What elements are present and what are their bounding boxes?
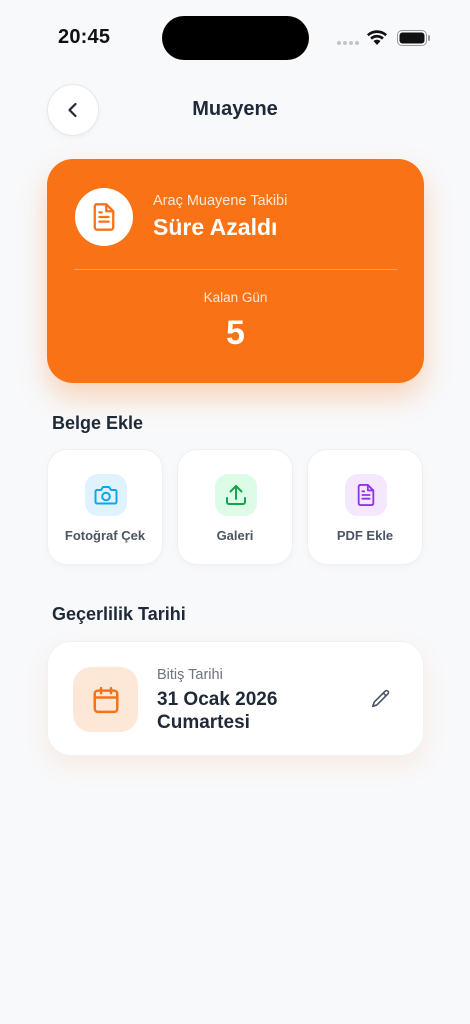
camera-icon [94, 486, 118, 505]
expiry-date-label: Bitiş Tarihi [157, 667, 223, 683]
upload-icon-box [215, 474, 257, 516]
remaining-days-label: Kalan Gün [203, 290, 268, 305]
document-icon [93, 203, 115, 231]
expiry-date-value: 31 Ocak 2026 [157, 689, 278, 710]
document-icon-circle [75, 188, 133, 246]
status-bar: 20:45 [0, 0, 470, 80]
documents-section-title: Belge Ekle [52, 413, 144, 433]
add-pdf-button[interactable]: PDF Ekle [307, 449, 423, 565]
page-title: Muayene [192, 98, 278, 120]
calendar-icon [93, 686, 118, 713]
card-divider [74, 269, 397, 270]
card-subtitle: Araç Muayene Takibi [153, 193, 288, 209]
expiry-date-card[interactable]: Bitiş Tarihi 31 Ocak 2026 Cumartesi [47, 641, 424, 756]
dynamic-island [162, 16, 309, 60]
upload-icon [226, 485, 246, 505]
signal-icon [337, 41, 359, 45]
remaining-days-value: 5 [226, 314, 245, 352]
gallery-label: Galeri [216, 528, 254, 543]
pdf-document-icon [357, 483, 375, 506]
pencil-icon [371, 689, 390, 708]
take-photo-button[interactable]: Fotoğraf Çek [47, 449, 163, 565]
take-photo-label: Fotoğraf Çek [64, 528, 146, 543]
inspection-status-card: Araç Muayene Takibi Süre Azaldı Kalan Gü… [47, 159, 424, 383]
card-title: Süre Azaldı [153, 214, 278, 240]
camera-icon-box [85, 474, 127, 516]
expiry-weekday: Cumartesi [157, 712, 250, 733]
add-pdf-label: PDF Ekle [336, 528, 394, 543]
gallery-button[interactable]: Galeri [177, 449, 293, 565]
pdf-icon-box [345, 474, 387, 516]
wifi-icon [367, 30, 387, 45]
validity-section-title: Geçerlilik Tarihi [52, 604, 186, 624]
battery-icon [397, 30, 430, 46]
calendar-icon-box [73, 667, 138, 732]
status-time: 20:45 [58, 26, 111, 48]
edit-date-button[interactable] [366, 684, 396, 714]
